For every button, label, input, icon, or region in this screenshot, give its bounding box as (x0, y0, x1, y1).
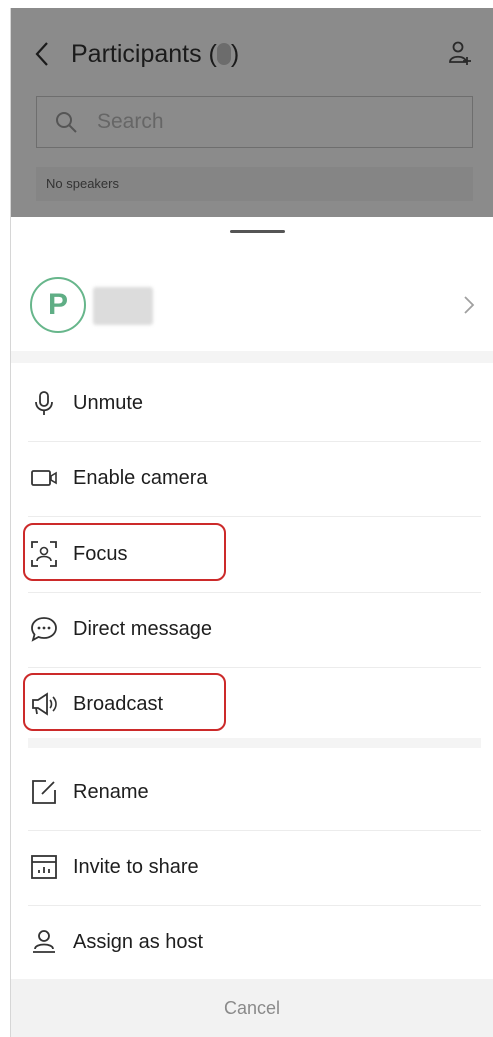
camera-icon (30, 464, 58, 492)
menu-item-assign-as-host[interactable]: Assign as host (11, 911, 493, 973)
section-divider (28, 738, 481, 748)
menu-item-direct-message[interactable]: Direct message (11, 598, 493, 660)
row-divider (28, 441, 481, 442)
dimmed-background: Participants () Search No speakers (11, 8, 493, 217)
participant-name-redacted (93, 287, 153, 325)
row-divider (28, 830, 481, 831)
participant-action-sheet: P Unmute Enable camera Focus Direct mess… (11, 217, 493, 1037)
drag-handle[interactable] (230, 230, 285, 233)
microphone-icon (30, 389, 58, 417)
chevron-right-icon (462, 294, 476, 316)
participant-profile-row[interactable]: P (11, 259, 493, 347)
menu-item-unmute[interactable]: Unmute (11, 372, 493, 434)
menu-item-enable-camera[interactable]: Enable camera (11, 447, 493, 509)
page-title: Participants () (71, 40, 240, 68)
row-divider (28, 905, 481, 906)
chevron-left-icon (35, 42, 48, 66)
add-user-icon (449, 41, 471, 65)
menu-item-rename[interactable]: Rename (11, 761, 493, 823)
row-divider (28, 592, 481, 593)
menu-item-label: Assign as host (73, 931, 204, 953)
row-divider (28, 667, 481, 668)
share-screen-icon (30, 853, 58, 881)
search-input[interactable]: Search (36, 96, 473, 148)
cancel-button[interactable]: Cancel (11, 979, 493, 1037)
row-divider (28, 516, 481, 517)
participant-count-redacted (216, 43, 231, 65)
speakers-status: No speakers (36, 167, 473, 201)
menu-item-label: Invite to share (73, 856, 199, 878)
menu-item-label: Unmute (73, 392, 144, 414)
search-placeholder: Search (97, 110, 164, 133)
menu-item-label: Direct message (73, 618, 212, 640)
menu-item-label: Enable camera (73, 467, 208, 489)
broadcast-highlight-box (23, 673, 226, 731)
search-icon (54, 110, 78, 134)
app-frame: Participants () Search No speakers P Unm… (10, 8, 493, 1037)
avatar: P (30, 277, 86, 333)
menu-item-invite-to-share[interactable]: Invite to share (11, 836, 493, 898)
focus-highlight-box (23, 523, 226, 581)
cancel-area: Cancel (11, 979, 493, 1037)
menu-item-label: Rename (73, 781, 149, 803)
edit-icon (30, 778, 58, 806)
back-button[interactable] (31, 36, 55, 72)
chat-bubble-icon (30, 615, 58, 643)
host-icon (30, 928, 58, 956)
add-participant-button[interactable] (447, 38, 473, 68)
section-divider (11, 351, 493, 363)
